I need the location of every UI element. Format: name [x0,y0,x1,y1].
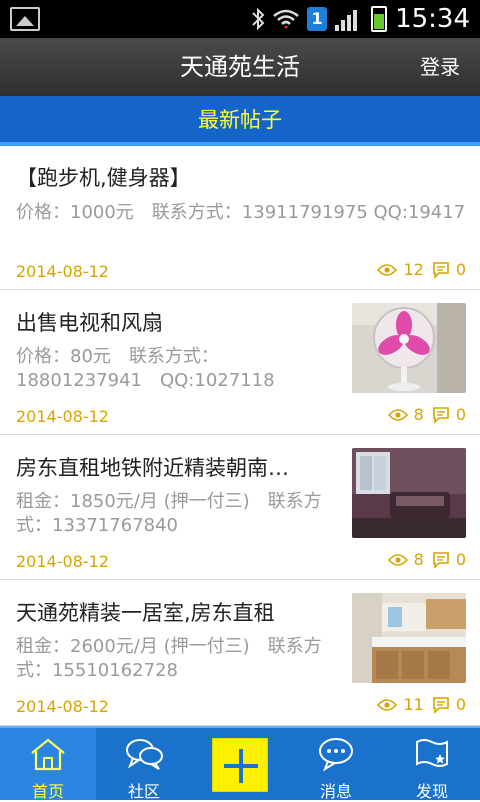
views-count: 12 [403,260,424,279]
comment-icon [433,551,449,569]
sim-icon: 1 [307,7,328,31]
post-stats: 8 0 [387,550,466,569]
eye-icon [377,698,398,711]
bottom-tab-bar: 首页 社区 消息 发现 [0,726,480,801]
post-date: 2014-08-12 [16,262,109,281]
post-title: 出售电视和风扇 [16,311,163,335]
comment-icon [433,261,449,279]
post-thumbnail-bedroom [352,448,466,538]
comments-count: 0 [455,260,466,279]
post-description: 价格：80元 联系方式：18801237941 QQ:1027118 [16,346,275,391]
views-count: 11 [403,695,424,714]
post-date: 2014-08-12 [16,407,109,426]
views-stat: 8 [387,405,424,424]
tab-messages-label: 消息 [319,782,352,801]
post-item[interactable]: 出售电视和风扇 价格：80元 联系方式：18801237941 QQ:10271… [0,290,480,435]
views-stat: 12 [377,260,424,279]
post-title: 天通苑精装一居室,房东直租 [16,601,275,625]
plus-icon[interactable] [212,738,268,792]
post-item[interactable]: 天通苑精装一居室,房东直租 租金：2600元/月 (押一付三) 联系方式：155… [0,580,480,726]
battery-icon [371,6,388,32]
views-stat: 11 [377,695,424,714]
tab-discover[interactable]: 发现 [384,728,480,801]
post-title: 【跑步机,健身器】 [16,166,191,190]
login-button[interactable]: 登录 [420,38,460,96]
eye-icon [387,553,408,566]
post-date: 2014-08-12 [16,697,109,716]
tab-home[interactable]: 首页 [0,728,96,801]
post-thumbnail-kitchen [352,593,466,683]
comment-icon [433,696,449,714]
comments-count: 0 [455,550,466,569]
post-list[interactable]: 【跑步机,健身器】 价格：1000元 联系方式：13911791975 QQ:1… [0,146,480,726]
tab-community-label: 社区 [127,782,160,801]
status-bar: 1 15:34 [0,0,480,38]
tab-community[interactable]: 社区 [96,728,192,801]
status-time: 15:34 [395,4,470,34]
wifi-icon [273,9,299,29]
post-stats: 11 0 [377,695,466,714]
comment-icon [433,406,449,424]
tab-messages[interactable]: 消息 [288,728,384,801]
tab-home-label: 首页 [31,782,64,801]
comments-count: 0 [455,695,466,714]
post-stats: 12 0 [377,260,466,279]
tab-post[interactable] [192,728,288,800]
home-icon [31,738,65,771]
tab-discover-label: 发现 [415,782,448,801]
views-count: 8 [413,550,424,569]
post-title: 房东直租地铁附近精装朝南… [16,456,289,480]
post-item[interactable]: 【跑步机,健身器】 价格：1000元 联系方式：13911791975 QQ:1… [0,146,480,290]
chat-bubbles-icon [126,739,163,770]
comments-stat: 0 [432,405,466,424]
post-description: 价格：1000元 联系方式：13911791975 QQ:19417 [16,202,466,223]
page-title: 天通苑生活 [180,53,300,81]
discover-flag-icon [416,739,448,767]
message-icon [319,738,353,772]
post-description: 租金：2600元/月 (押一付三) 联系方式：15510162728 [16,636,322,681]
comments-stat: 0 [432,695,466,714]
status-icons: 1 15:34 [251,4,470,34]
views-stat: 8 [387,550,424,569]
post-thumbnail-fan [352,303,466,393]
signal-icon [335,10,358,31]
bluetooth-icon [252,7,265,31]
comments-count: 0 [455,405,466,424]
post-item[interactable]: 房东直租地铁附近精装朝南… 租金：1850元/月 (押一付三) 联系方式：133… [0,435,480,580]
eye-icon [377,263,398,276]
eye-icon [387,408,408,421]
comments-stat: 0 [432,260,466,279]
post-description: 租金：1850元/月 (押一付三) 联系方式：13371767840 [16,491,322,536]
post-date: 2014-08-12 [16,552,109,571]
section-title: 最新帖子 [198,108,282,132]
gallery-icon [10,7,40,31]
comments-stat: 0 [432,550,466,569]
app-bar: 天通苑生活 登录 [0,38,480,96]
section-header: 最新帖子 [0,96,480,146]
views-count: 8 [413,405,424,424]
post-stats: 8 0 [387,405,466,424]
